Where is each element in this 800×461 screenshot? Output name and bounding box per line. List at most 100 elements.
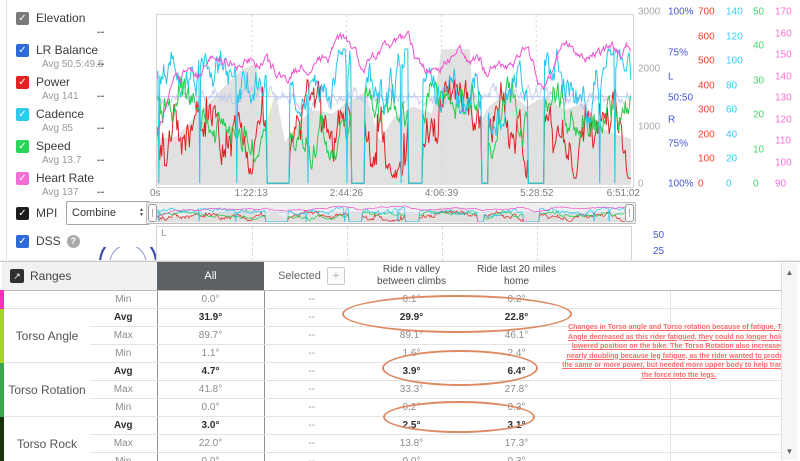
column-header-range2[interactable]: Ride last 20 miles home [464,262,569,291]
table-row[interactable]: Torso Rock Avg 3.0° -- 2.5° 3.1° [0,416,783,461]
add-range-button[interactable]: + [326,267,345,285]
metric-heart-rate: ✓ Heart Rate Avg 137 -- [16,170,146,202]
x-tick-label: 1:22:13 [234,188,268,199]
cadence-checkbox[interactable]: ✓ [16,107,29,121]
metric-cadence: ✓ Cadence Avg 85 -- [16,106,146,138]
axis-tick: 30 [753,75,765,87]
table-cell: -- [264,362,359,381]
lr-balance-checkbox[interactable]: ✓ [16,43,29,57]
ranges-header-cell: ↗ Ranges [2,262,157,291]
stat-label: Min [90,290,157,309]
axis-tick: 60 [726,104,738,116]
column-header-all[interactable]: All [157,262,264,291]
table-cell [569,416,671,435]
table-cell: 0.3° [464,452,569,461]
table-cell: -- [264,344,359,363]
heart-rate-checkbox[interactable]: ✓ [16,171,29,185]
axis-tick: L [668,71,674,83]
table-cell: 22.8° [464,308,569,327]
table-cell: 27.8° [464,380,569,399]
timeline-navigator[interactable] [146,202,636,224]
mpi-label: MPI [36,206,58,220]
table-row[interactable]: Min0.0°--0.0°0.3° [2,452,783,461]
main-chart[interactable] [156,14,634,188]
axis-tick: 1000 [638,121,661,133]
metric-label: Power [36,75,71,89]
table-cell: -- [264,380,359,399]
axis-tick: 200 [698,129,715,141]
axis-tick: 100% [668,178,694,190]
table-cell [670,434,783,453]
table-cell: 0.0° [156,452,265,461]
power-checkbox[interactable]: ✓ [16,75,29,89]
table-cell: 2.5° [359,416,464,435]
axis-tick: 40 [726,129,738,141]
table-cell: -- [264,434,359,453]
table-row[interactable]: Min 0.0° -- 0.1° 0.2° [0,290,783,309]
table-cell: 0.0° [156,398,265,417]
metric-lr-balance: ✓ LR Balance Avg 50.5:49.5 -- [16,42,146,74]
axis-tick: 100 [726,55,743,67]
spinner-icon [139,208,144,218]
column-header-selected[interactable]: Selected + [264,262,359,291]
stat-label: Min [90,452,157,461]
axis-tick: 150 [775,49,792,61]
axis-tick: 80 [726,80,738,92]
table-cell: 0.3° [464,398,569,417]
table-cell: 89.7° [156,326,265,345]
table-cell: 33.3° [359,380,464,399]
axis-tick: 170 [775,6,792,18]
axis-tick: 40 [753,40,765,52]
elevation-checkbox[interactable]: ✓ [16,11,29,25]
metric-avg: Avg 13.7 [42,155,82,166]
x-tick-label: 6:51:02 [606,188,640,199]
column-header-range1[interactable]: Ride n valley between climbs [359,262,464,291]
axis-tick: 3000 [638,6,661,18]
metric-label: Heart Rate [36,171,95,185]
scroll-up-icon[interactable]: ▲ [782,265,797,279]
axis-tick: 100% [668,6,694,18]
table-cell [670,380,783,399]
table-cell: -- [264,308,359,327]
scroll-down-icon[interactable]: ▼ [782,444,797,458]
table-cell: 0.2° [359,398,464,417]
x-axis-labels: 0s 1:22:13 2:44:26 4:06:39 5:28:52 6:51:02 [146,188,646,201]
table-cell: 3.1° [464,416,569,435]
table-cell: 1.6° [359,344,464,363]
metric-label: LR Balance [36,43,99,57]
dropdown-value: Combine [72,207,117,219]
table-row[interactable]: Max 41.8° -- 33.3° 27.8° [2,380,783,399]
mpi-combine-dropdown[interactable]: Combine [66,201,150,225]
axis-tick: 90 [775,178,787,190]
speed-checkbox[interactable]: ✓ [16,139,29,153]
dss-axis-tick: 50 [653,230,665,241]
axis-tick: 130 [775,92,792,104]
metric-dash: -- [97,154,105,166]
table-row[interactable]: Max 22.0° -- 13.8° 17.3° [2,434,783,453]
axis-tick: 140 [775,71,792,82]
stat-label: Avg [90,308,157,327]
expand-icon[interactable]: ↗ [10,269,24,283]
mpi-checkbox[interactable]: ✓ [16,206,29,220]
table-row[interactable]: Min 0.0° -- 0.2° 0.3° [2,398,783,417]
dss-checkbox[interactable]: ✓ [16,234,29,248]
stat-label: Avg [90,362,157,381]
metric-label: Cadence [36,107,85,121]
navigator-left-handle[interactable] [148,204,157,222]
table-cell: 13.8° [359,434,464,453]
table-scrollbar[interactable]: ▲ ▼ [781,263,797,460]
help-icon[interactable]: ? [66,234,80,248]
group-label: Torso Rock [0,416,90,461]
table-cell: 1.1° [156,344,265,363]
cadence-axis: 140 120 100 80 60 40 20 0 [726,7,756,190]
axis-tick: 0 [726,178,732,190]
table-cell: 0.2° [464,290,569,309]
axis-tick: 0 [698,178,704,190]
axis-tick: 2000 [638,63,661,75]
navigator-right-handle[interactable] [625,204,634,222]
axis-tick: 20 [726,153,738,165]
dss-axis: 50 25 [653,230,683,262]
axis-tick: 20 [753,109,765,121]
table-header-row: ↗ Ranges All Selected + Ride n valley betw… [2,262,782,291]
metric-label: Speed [36,139,71,153]
